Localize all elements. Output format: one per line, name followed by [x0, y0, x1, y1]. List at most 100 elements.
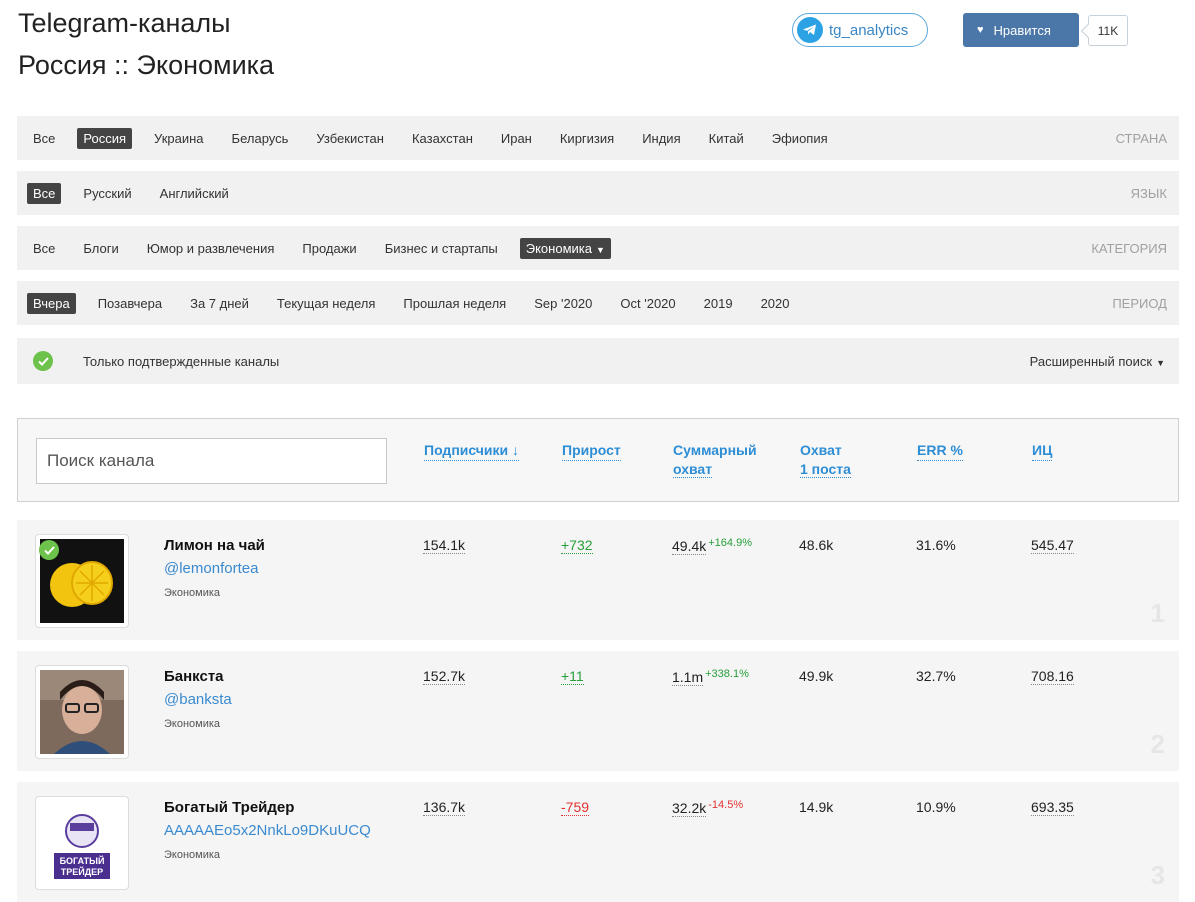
total-reach-value[interactable]: 49.4k: [672, 538, 707, 555]
channel-username-link[interactable]: AAAAAEo5x2NnkLo9DKuUCQ: [164, 822, 371, 839]
period-filter-label: ПЕРИОД: [1112, 295, 1167, 311]
filter-period-sep-2020[interactable]: Sep '2020: [528, 293, 598, 314]
filter-period-2019[interactable]: 2019: [698, 293, 739, 314]
filter-period-7-days[interactable]: За 7 дней: [184, 293, 255, 314]
channel-category: Экономика: [164, 718, 221, 730]
filter-country-india[interactable]: Индия: [636, 128, 686, 149]
table-header: Подписчики ↓ Прирост Суммарный охват Охв…: [17, 418, 1179, 502]
filter-country-iran[interactable]: Иран: [495, 128, 538, 149]
channel-name: Лимон на чай: [164, 537, 265, 554]
col-total-reach-line1: Суммарный: [673, 442, 757, 458]
filter-country-ukraine[interactable]: Украина: [148, 128, 210, 149]
ic-value[interactable]: 693.35: [1031, 799, 1074, 816]
channel-avatar[interactable]: БОГАТЫЙ ТРЕЙДЕР: [35, 796, 129, 890]
col-growth[interactable]: Прирост: [562, 441, 621, 461]
telegram-icon: [797, 17, 823, 43]
category-filter-bar: Все Блоги Юмор и развлечения Продажи Биз…: [17, 226, 1179, 270]
filter-country-russia[interactable]: Россия: [77, 127, 133, 149]
verified-filter-bar: Только подтвержденные каналы Расширенный…: [17, 338, 1179, 384]
channel-name: Богатый Трейдер: [164, 799, 295, 816]
col-total-reach-line2: охват: [673, 461, 713, 478]
country-filter-label: СТРАНА: [1115, 130, 1167, 146]
col-total-reach[interactable]: Суммарный охват: [673, 441, 757, 479]
growth-value[interactable]: -759: [561, 799, 590, 816]
filter-category-blogs[interactable]: Блоги: [77, 238, 124, 259]
filter-period-yesterday[interactable]: Вчера: [27, 292, 76, 314]
reach-change: -14.5%: [708, 799, 744, 811]
reach-change: +164.9%: [708, 537, 752, 549]
page-title: Telegram-каналы: [18, 8, 231, 38]
filter-period-current-week[interactable]: Текущая неделя: [271, 293, 381, 314]
col-post-reach[interactable]: Охват 1 поста: [800, 441, 851, 479]
filter-country-all[interactable]: Все: [27, 128, 61, 149]
category-filter-label: КАТЕГОРИЯ: [1091, 240, 1167, 256]
total-reach-value[interactable]: 32.2k: [672, 800, 707, 817]
filter-period-oct-2020[interactable]: Oct '2020: [614, 293, 681, 314]
filter-category-all[interactable]: Все: [27, 238, 61, 259]
col-subscribers[interactable]: Подписчики ↓: [424, 441, 520, 461]
channel-username-link[interactable]: @lemonfortea: [164, 560, 258, 577]
filter-category-economy-label: Экономика: [525, 240, 592, 256]
advanced-search-toggle[interactable]: Расширенный поиск ▼: [1030, 354, 1165, 369]
table-row: Лимон на чай @lemonfortea Экономика 154.…: [17, 520, 1179, 640]
ic-value[interactable]: 545.47: [1031, 537, 1074, 554]
like-button[interactable]: ♥ Нравится: [963, 13, 1079, 47]
caret-down-icon: ▼: [595, 244, 605, 255]
subscribers-value[interactable]: 152.7k: [423, 668, 466, 685]
caret-down-icon: ▼: [1156, 357, 1165, 368]
col-err[interactable]: ERR %: [917, 441, 963, 461]
channel-avatar[interactable]: [35, 665, 129, 759]
channel-search-input[interactable]: [36, 438, 387, 484]
growth-value[interactable]: +732: [561, 537, 593, 554]
col-post-reach-line2: 1 поста: [800, 461, 851, 478]
page-subtitle: Россия :: Экономика: [18, 50, 275, 80]
total-reach-cell: 32.2k -14.5%: [672, 799, 744, 817]
filter-category-business[interactable]: Бизнес и стартапы: [379, 238, 504, 259]
country-filter-bar: Все Россия Украина Беларусь Узбекистан К…: [17, 116, 1179, 160]
post-reach-value: 48.6k: [799, 537, 834, 553]
filter-language-all[interactable]: Все: [27, 182, 62, 204]
channel-category: Экономика: [164, 587, 221, 599]
table-row: БОГАТЫЙ ТРЕЙДЕР Богатый Трейдер AAAAAEo5…: [17, 782, 1179, 902]
filter-language-russian[interactable]: Русский: [77, 183, 137, 204]
verified-only-label[interactable]: Только подтвержденные каналы: [83, 354, 279, 369]
filter-period-day-before[interactable]: Позавчера: [92, 293, 168, 314]
filter-period-last-week[interactable]: Прошлая неделя: [397, 293, 512, 314]
trader-avatar-image: БОГАТЫЙ ТРЕЙДЕР: [40, 801, 124, 885]
total-reach-cell: 49.4k +164.9%: [672, 537, 752, 555]
col-post-reach-line1: Охват: [800, 442, 842, 458]
post-reach-value: 14.9k: [799, 799, 834, 815]
rank-number: 2: [1150, 729, 1165, 759]
ic-value[interactable]: 708.16: [1031, 668, 1074, 685]
tg-analytics-button[interactable]: tg_analytics: [792, 13, 928, 47]
err-value: 10.9%: [916, 799, 956, 815]
subscribers-value[interactable]: 136.7k: [423, 799, 466, 816]
language-filter-bar: Все Русский Английский ЯЗЫК: [17, 171, 1179, 215]
filter-country-belarus[interactable]: Беларусь: [226, 128, 295, 149]
total-reach-cell: 1.1m +338.1%: [672, 668, 749, 686]
filter-category-humor[interactable]: Юмор и развлечения: [141, 238, 281, 259]
total-reach-value[interactable]: 1.1m: [672, 669, 704, 686]
channel-category: Экономика: [164, 849, 221, 861]
subscribers-value[interactable]: 154.1k: [423, 537, 466, 554]
growth-value[interactable]: +11: [561, 668, 584, 685]
filter-country-uzbekistan[interactable]: Узбекистан: [310, 128, 390, 149]
person-avatar-image: [40, 670, 124, 754]
filter-category-economy-dropdown[interactable]: Экономика ▼: [519, 237, 611, 259]
table-row: Банкста @banksta Экономика 152.7k +11 1.…: [17, 651, 1179, 771]
filter-language-english[interactable]: Английский: [154, 183, 235, 204]
filter-country-china[interactable]: Китай: [703, 128, 750, 149]
reach-change: +338.1%: [705, 668, 749, 680]
language-filter-label: ЯЗЫК: [1130, 185, 1167, 201]
period-filter-bar: Вчера Позавчера За 7 дней Текущая неделя…: [17, 281, 1179, 325]
filter-country-ethiopia[interactable]: Эфиопия: [766, 128, 834, 149]
filter-period-2020[interactable]: 2020: [755, 293, 796, 314]
err-value: 32.7%: [916, 668, 956, 684]
channel-username-link[interactable]: @banksta: [164, 691, 232, 708]
col-ic[interactable]: ИЦ: [1032, 441, 1053, 461]
verified-check-icon[interactable]: [33, 351, 53, 371]
filter-country-kyrgyzstan[interactable]: Киргизия: [554, 128, 620, 149]
heart-icon: ♥: [977, 24, 984, 36]
filter-country-kazakhstan[interactable]: Казахстан: [406, 128, 479, 149]
filter-category-sales[interactable]: Продажи: [296, 238, 362, 259]
